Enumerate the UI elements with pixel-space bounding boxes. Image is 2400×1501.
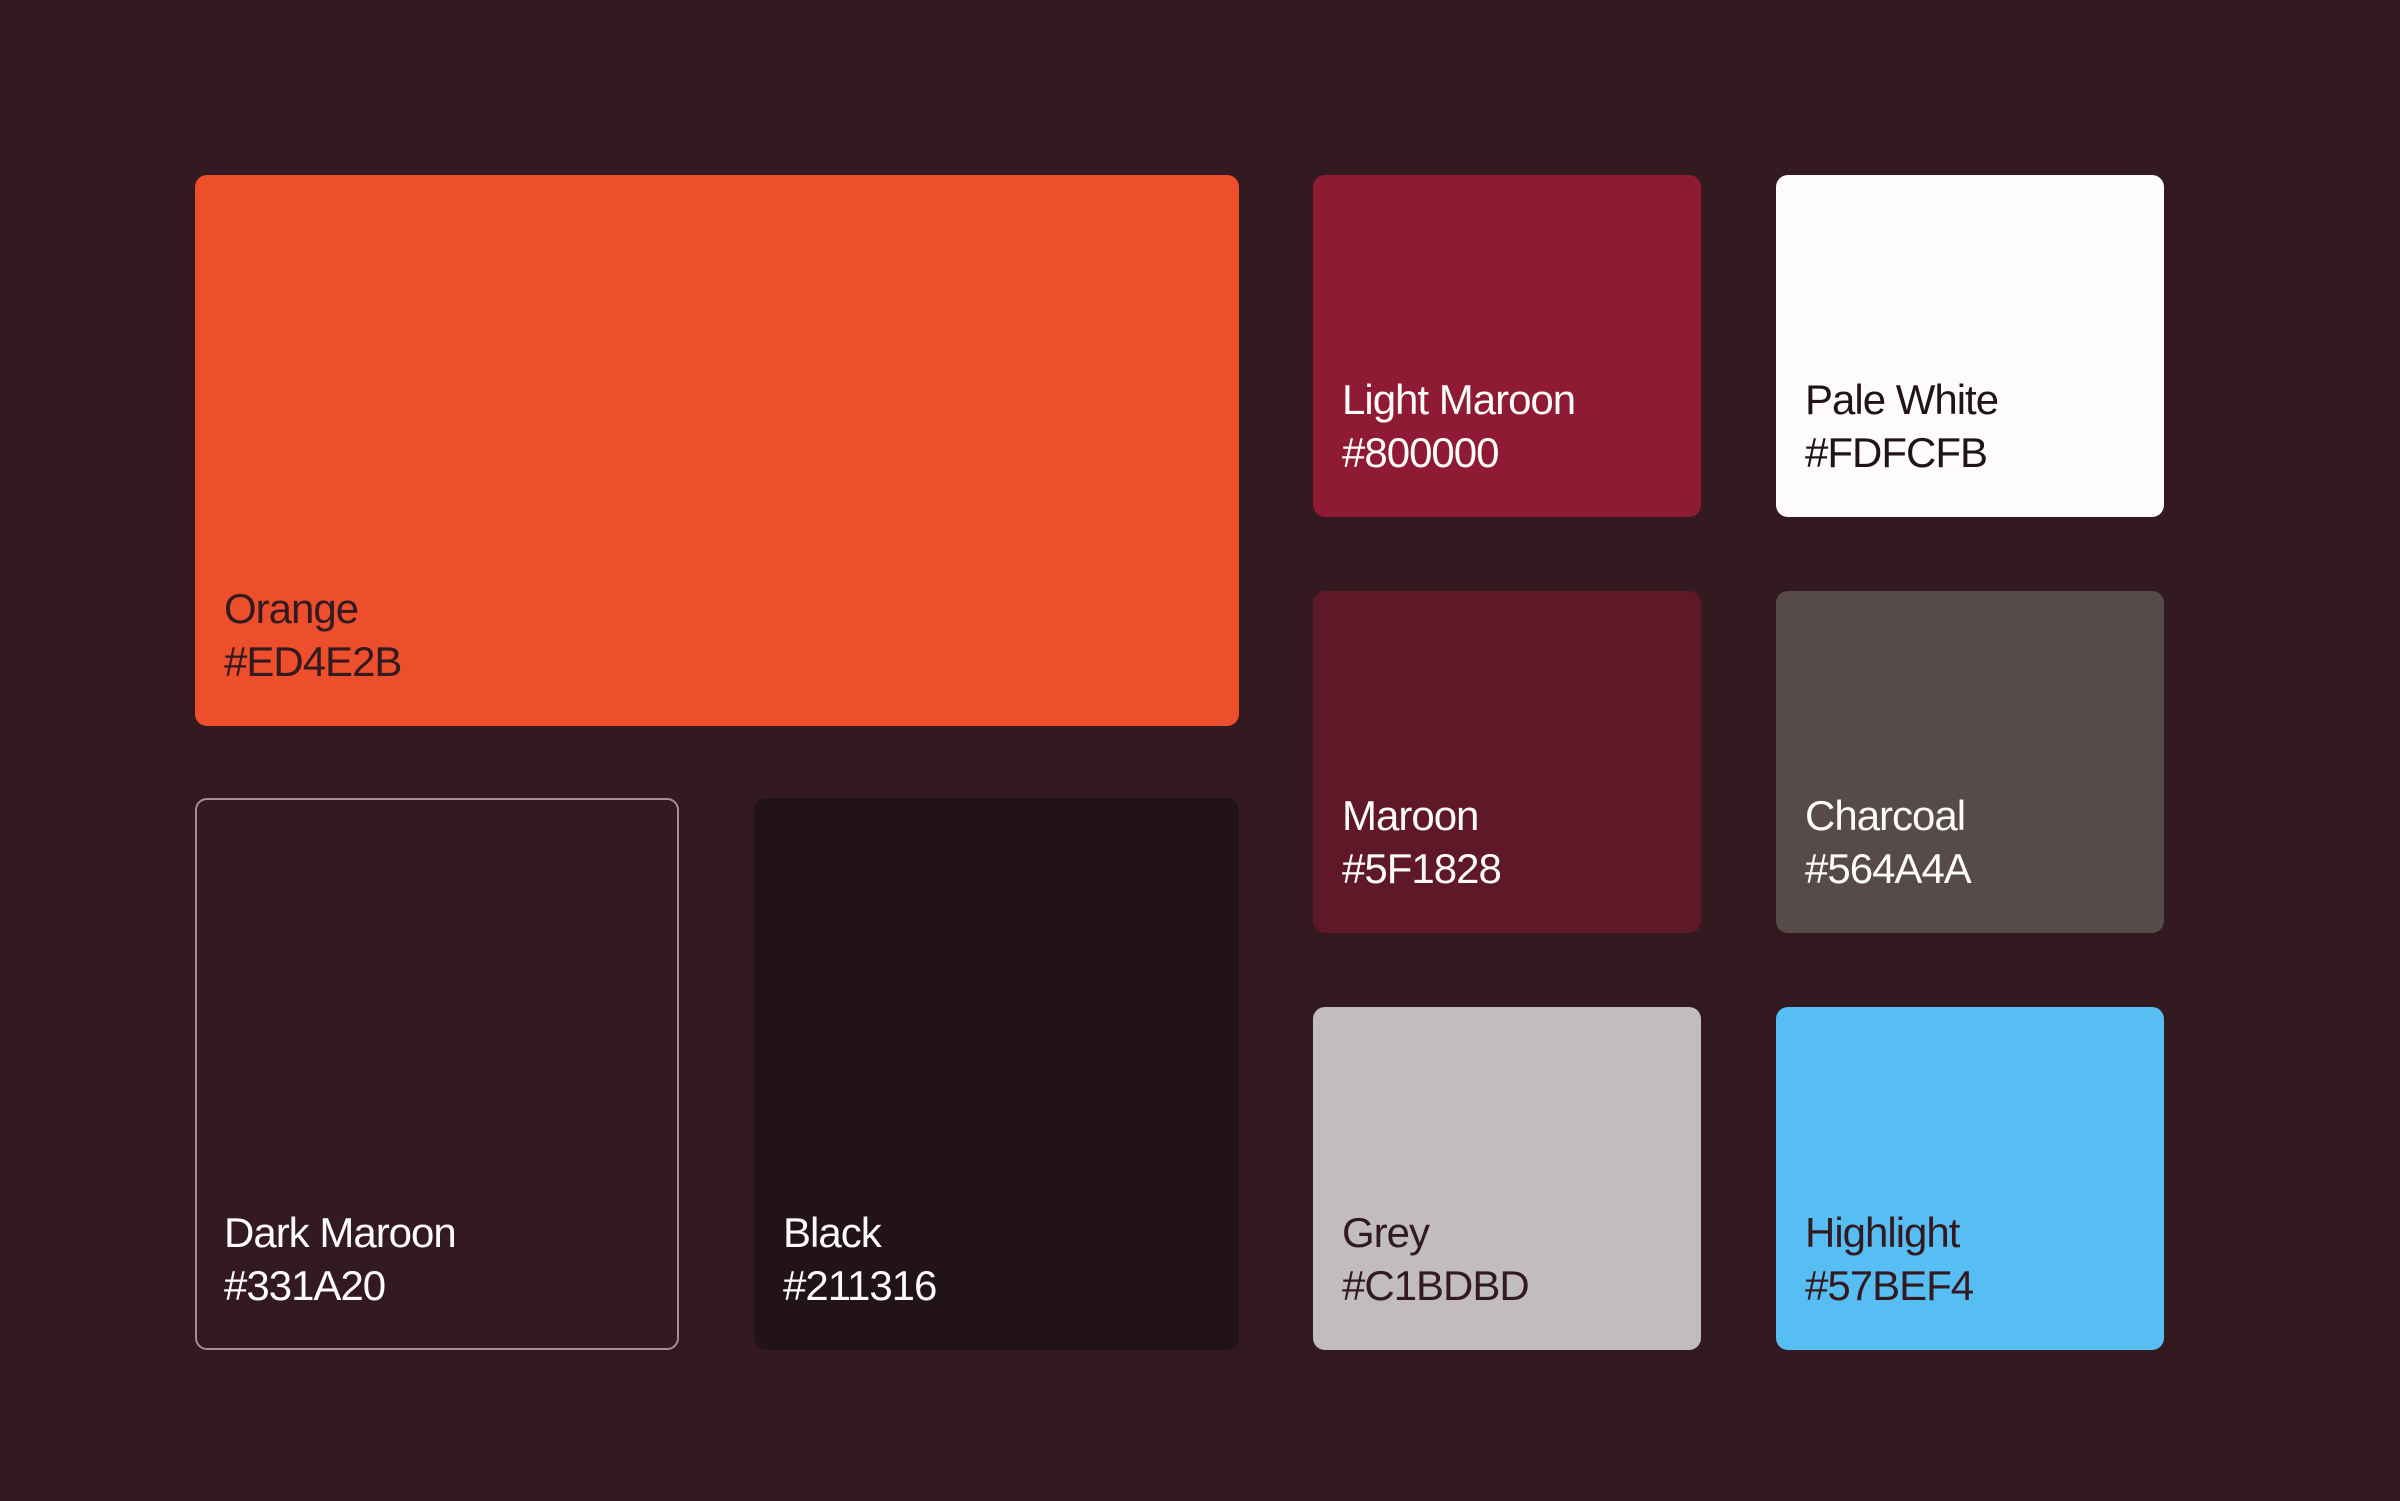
swatch-label: Dark Maroon #331A20	[224, 1206, 457, 1312]
swatch-dark-maroon: Dark Maroon #331A20	[195, 798, 679, 1350]
color-hex: #57BEF4	[1805, 1262, 1974, 1309]
color-hex: #564A4A	[1805, 845, 1972, 892]
swatch-pale-white: Pale White #FDFCFB	[1776, 175, 2164, 517]
color-hex: #C1BDBD	[1342, 1262, 1530, 1309]
color-name: Pale White	[1805, 376, 1999, 423]
swatch-grey: Grey #C1BDBD	[1313, 1007, 1701, 1350]
swatch-light-maroon: Light Maroon #800000	[1313, 175, 1701, 517]
swatch-label: Orange #ED4E2B	[224, 582, 402, 688]
color-name: Orange	[224, 585, 359, 632]
color-hex: #331A20	[224, 1262, 386, 1309]
swatch-highlight: Highlight #57BEF4	[1776, 1007, 2164, 1350]
color-hex: #FDFCFB	[1805, 429, 1988, 476]
swatch-label: Grey #C1BDBD	[1342, 1206, 1530, 1312]
color-hex: #800000	[1342, 429, 1500, 476]
swatch-label: Pale White #FDFCFB	[1805, 373, 1999, 479]
color-name: Dark Maroon	[224, 1209, 457, 1256]
color-hex: #211316	[783, 1262, 937, 1309]
color-name: Black	[783, 1209, 882, 1256]
swatch-charcoal: Charcoal #564A4A	[1776, 591, 2164, 933]
swatch-label: Charcoal #564A4A	[1805, 789, 1972, 895]
swatch-label: Black #211316	[783, 1206, 937, 1312]
color-name: Maroon	[1342, 792, 1479, 839]
swatch-orange: Orange #ED4E2B	[195, 175, 1239, 726]
color-name: Grey	[1342, 1209, 1430, 1256]
color-hex: #5F1828	[1342, 845, 1502, 892]
swatch-label: Highlight #57BEF4	[1805, 1206, 1974, 1312]
color-name: Charcoal	[1805, 792, 1966, 839]
swatch-label: Maroon #5F1828	[1342, 789, 1502, 895]
color-hex: #ED4E2B	[224, 638, 402, 685]
color-name: Highlight	[1805, 1209, 1960, 1256]
swatch-label: Light Maroon #800000	[1342, 373, 1576, 479]
swatch-black: Black #211316	[754, 798, 1239, 1350]
swatch-maroon: Maroon #5F1828	[1313, 591, 1701, 933]
color-name: Light Maroon	[1342, 376, 1576, 423]
